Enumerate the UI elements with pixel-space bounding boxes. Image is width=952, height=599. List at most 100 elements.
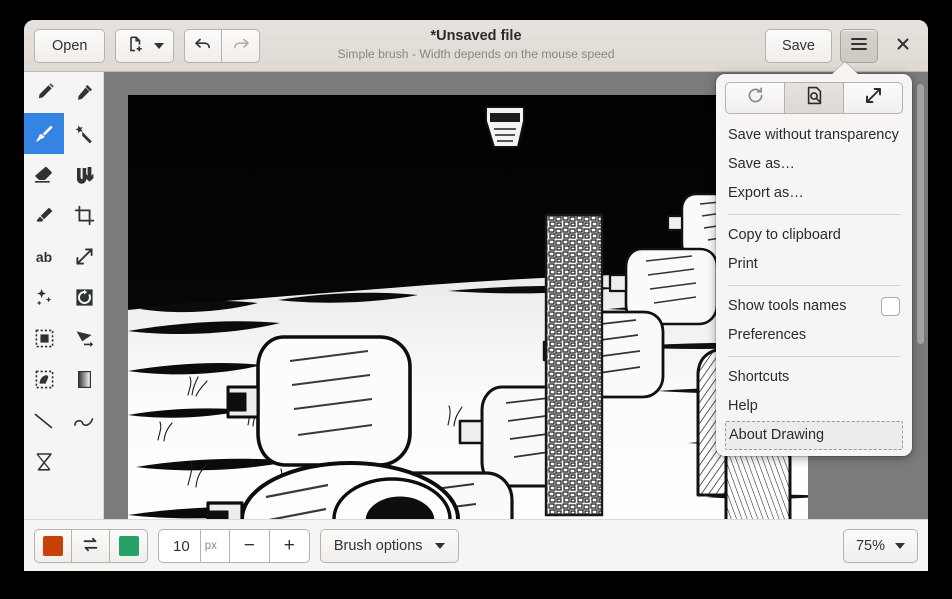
save-button[interactable]: Save <box>765 29 832 63</box>
menu-separator <box>728 285 900 286</box>
tool-curve[interactable] <box>64 400 104 441</box>
header-left-group: Open <box>34 29 260 63</box>
hamburger-icon <box>850 37 868 55</box>
undo-redo-group <box>184 29 260 63</box>
color-picker-icon <box>74 82 95 103</box>
line-icon <box>32 410 56 432</box>
menu-item-label: Show tools names <box>728 295 846 318</box>
menu-item-shortcuts[interactable]: Shortcuts <box>716 363 912 392</box>
menu-item-show-tools-names[interactable]: Show tools names <box>716 292 912 321</box>
menu-item-preferences[interactable]: Preferences <box>716 321 912 350</box>
chevron-down-icon <box>154 43 164 49</box>
secondary-color-swatch <box>119 536 139 556</box>
preview-button[interactable] <box>785 82 844 114</box>
main-menu-popover: Save without transparency Save as… Expor… <box>716 74 912 456</box>
show-tools-names-checkbox[interactable] <box>881 297 900 316</box>
menu-item-save-without-transparency[interactable]: Save without transparency <box>716 121 912 150</box>
menu-item-save-as[interactable]: Save as… <box>716 150 912 179</box>
reload-icon <box>746 86 765 110</box>
canvas-artwork <box>128 95 808 519</box>
new-document-button[interactable] <box>115 29 174 63</box>
open-button[interactable]: Open <box>34 29 105 63</box>
free-select-icon <box>34 369 55 390</box>
menu-icon-row <box>725 82 903 114</box>
header-bar: *Unsaved file Simple brush - Width depen… <box>24 20 928 72</box>
tool-color-picker[interactable] <box>64 72 104 113</box>
menu-item-print[interactable]: Print <box>716 250 912 279</box>
bottom-right-group: 75% <box>843 529 918 563</box>
tool-gradient[interactable] <box>64 359 104 400</box>
paint-bucket-icon <box>74 164 95 185</box>
brush-icon <box>33 123 55 145</box>
close-icon <box>896 37 910 56</box>
menu-popover-arrow <box>831 62 859 75</box>
chevron-down-icon <box>435 543 445 549</box>
bottom-left-group: 10 px − + Brush options <box>34 529 459 563</box>
tool-free-select[interactable] <box>24 359 64 400</box>
shape-icon <box>33 451 55 473</box>
tool-rectangle-select[interactable] <box>24 318 64 359</box>
tool-line[interactable] <box>24 400 64 441</box>
fullscreen-button[interactable] <box>844 82 903 114</box>
menu-separator <box>728 356 900 357</box>
swap-colors-button[interactable] <box>72 529 110 563</box>
tool-eraser[interactable] <box>24 154 64 195</box>
crop-icon <box>74 205 95 226</box>
tool-size-value[interactable]: 10 <box>158 529 201 563</box>
tool-text[interactable]: ab <box>24 236 64 277</box>
menu-item-copy-to-clipboard[interactable]: Copy to clipboard <box>716 221 912 250</box>
undo-button[interactable] <box>184 29 222 63</box>
exchange-icon <box>81 536 100 557</box>
main-menu-button[interactable] <box>840 29 878 63</box>
tool-shape[interactable] <box>24 441 64 482</box>
tools-sidebar: ab <box>24 72 104 519</box>
curve-icon <box>72 410 96 432</box>
tool-pencil[interactable] <box>24 72 64 113</box>
tool-size-unit: px <box>201 529 230 563</box>
rectangle-select-icon <box>34 328 55 349</box>
redo-button[interactable] <box>222 29 260 63</box>
redo-icon <box>231 35 251 57</box>
secondary-color-button[interactable] <box>110 529 148 563</box>
text-icon: ab <box>32 249 56 265</box>
main-color-button[interactable] <box>34 529 72 563</box>
brush-options-button[interactable]: Brush options <box>320 529 459 563</box>
drawing-canvas[interactable] <box>128 95 808 519</box>
menu-item-about-drawing[interactable]: About Drawing <box>725 421 903 450</box>
reload-button[interactable] <box>725 82 785 114</box>
skew-icon <box>74 328 95 349</box>
tool-size-increase-button[interactable]: + <box>270 529 310 563</box>
tool-crop[interactable] <box>64 195 104 236</box>
highlighter-icon <box>34 205 55 226</box>
tool-filters[interactable] <box>24 277 64 318</box>
main-color-swatch <box>43 536 63 556</box>
tool-skew[interactable] <box>64 318 104 359</box>
magic-wand-icon <box>74 123 95 144</box>
gradient-icon <box>74 369 95 390</box>
svg-text:ab: ab <box>36 249 52 265</box>
brush-options-label: Brush options <box>334 538 423 554</box>
eraser-icon <box>33 164 55 186</box>
tool-size-decrease-button[interactable]: − <box>230 529 270 563</box>
rotate-icon <box>74 287 95 308</box>
tool-rotate[interactable] <box>64 277 104 318</box>
close-button[interactable] <box>886 29 920 63</box>
zoom-level-button[interactable]: 75% <box>843 529 918 563</box>
tool-scale[interactable] <box>64 236 104 277</box>
tool-magic-wand[interactable] <box>64 113 104 154</box>
tool-brush[interactable] <box>24 113 64 154</box>
tool-paint-bucket[interactable] <box>64 154 104 195</box>
preview-icon <box>805 86 824 110</box>
canvas-vertical-scrollbar[interactable] <box>917 84 924 344</box>
color-group <box>34 529 148 563</box>
zoom-level-label: 75% <box>856 538 885 554</box>
tools-grid: ab <box>24 72 103 482</box>
sparkle-icon <box>34 287 55 308</box>
tool-highlighter[interactable] <box>24 195 64 236</box>
new-document-icon <box>127 35 145 57</box>
header-right-group: Save <box>765 29 920 63</box>
menu-item-help[interactable]: Help <box>716 392 912 421</box>
undo-icon <box>193 35 213 57</box>
pencil-icon <box>34 82 55 103</box>
menu-item-export-as[interactable]: Export as… <box>716 179 912 208</box>
